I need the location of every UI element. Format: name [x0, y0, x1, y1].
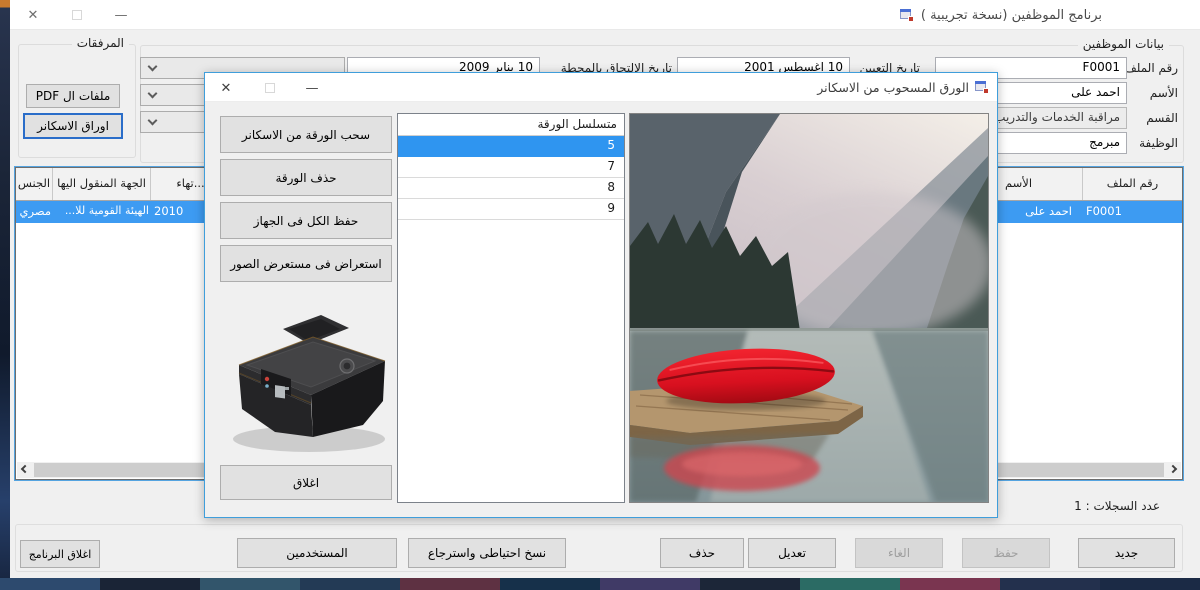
scroll-right-icon[interactable]: [1169, 465, 1177, 473]
dialog-title: الورق المسحوب من الاسكانر: [817, 80, 969, 95]
close-window-icon[interactable]: ✕: [18, 0, 48, 30]
desktop-color-block: [100, 578, 200, 590]
desktop-color-block: [300, 578, 400, 590]
list-item[interactable]: 9: [398, 199, 624, 220]
save-button[interactable]: حفظ: [962, 538, 1050, 568]
scroll-left-icon[interactable]: [21, 465, 29, 473]
edit-button[interactable]: تعديل: [748, 538, 836, 568]
dialog-minimize-icon[interactable]: —: [297, 73, 327, 103]
file-no-label: رقم الملف: [1124, 61, 1178, 75]
minimize-window-icon[interactable]: —: [106, 0, 136, 30]
grid-col-nationality[interactable]: الجنس: [16, 168, 53, 200]
desktop-edge-bottom: [0, 578, 1200, 590]
chevron-down-icon: [148, 62, 158, 72]
users-button[interactable]: المستخدمين: [237, 538, 397, 568]
window-title: برنامج الموظفين (نسخة تجريبية ): [921, 8, 1102, 23]
grid-col-file-no[interactable]: رقم الملف: [1082, 168, 1182, 200]
view-in-viewer-button[interactable]: استعراض فى مستعرض الصور: [220, 245, 392, 282]
scanner-papers-dialog: ✕ — الورق المسحوب من الاسكانر سحب الورقة…: [204, 72, 998, 518]
employee-group-title: بيانات الموظفين: [1078, 37, 1169, 51]
delete-button[interactable]: حذف: [660, 538, 744, 568]
dialog-titlebar: ✕ — الورق المسحوب من الاسكانر: [205, 73, 997, 102]
dialog-app-icon: [975, 81, 989, 94]
main-title-block: برنامج الموظفين (نسخة تجريبية ): [900, 0, 1102, 30]
paper-serial-header: متسلسل الورقة: [398, 114, 624, 136]
scanner-papers-button[interactable]: اوراق الاسكانر: [23, 113, 123, 139]
pull-paper-button[interactable]: سحب الورقة من الاسكانر: [220, 116, 392, 153]
chevron-down-icon: [148, 116, 158, 126]
scanned-photo-preview: [629, 113, 989, 503]
grid-col-transferred-to[interactable]: الجهة المنقول اليها: [53, 168, 151, 200]
dialog-close-button[interactable]: اغلاق: [220, 465, 392, 500]
grid-cell-file-no: F0001: [1086, 204, 1174, 218]
app-icon: [900, 9, 914, 22]
desktop-edge-left: [0, 0, 10, 590]
job-label: الوظيفة: [1139, 136, 1178, 150]
printer-image: [217, 303, 395, 461]
desktop-color-block: [900, 578, 1000, 590]
attachments-group-title: المرفقات: [72, 36, 129, 50]
maximize-glyph: [72, 10, 82, 20]
new-button[interactable]: جديد: [1078, 538, 1175, 568]
records-count-label: عدد السجلات : 1: [1074, 499, 1160, 513]
maximize-window-icon[interactable]: [62, 0, 92, 30]
desktop: { "window": { "title": "برنامج الموظفين …: [0, 0, 1200, 590]
grid-cell-nationality: مصري: [16, 204, 51, 218]
save-all-button[interactable]: حفظ الكل فى الجهاز: [220, 202, 392, 239]
desktop-color-block: [0, 578, 100, 590]
chevron-down-icon: [148, 89, 158, 99]
desktop-color-block: [1000, 578, 1100, 590]
desktop-color-block: [800, 578, 900, 590]
list-item[interactable]: 8: [398, 178, 624, 199]
dialog-maximize-glyph: [265, 83, 275, 93]
name-label: الأسم: [1150, 86, 1178, 100]
desktop-color-block: [600, 578, 700, 590]
backup-restore-button[interactable]: نسخ احتياطى واسترجاع: [408, 538, 566, 568]
close-app-button[interactable]: اغلاق البرنامج: [20, 540, 100, 568]
delete-paper-button[interactable]: حذف الورقة: [220, 159, 392, 196]
dialog-maximize-icon[interactable]: [255, 73, 285, 103]
desktop-color-block: [500, 578, 600, 590]
pdf-files-button[interactable]: ملفات ال PDF: [26, 84, 120, 108]
main-titlebar: ✕ — برنامج الموظفين (نسخة تجريبية ): [10, 0, 1200, 30]
dialog-title-block: الورق المسحوب من الاسكانر: [817, 73, 989, 102]
grid-cell-transferred-to: الهيئة القومية للا...: [55, 204, 149, 217]
cancel-button[interactable]: الغاء: [855, 538, 943, 568]
desktop-color-block: [700, 578, 800, 590]
paper-serial-list: متسلسل الورقة 5 7 8 9: [397, 113, 625, 503]
list-item[interactable]: 7: [398, 157, 624, 178]
desktop-color-block: [400, 578, 500, 590]
dialog-close-icon[interactable]: ✕: [211, 73, 241, 103]
list-item[interactable]: 5: [398, 136, 624, 157]
grid-cell-end-year: 2010: [154, 204, 210, 218]
dept-label: القسم: [1146, 111, 1178, 125]
desktop-color-block: [1100, 578, 1200, 590]
desktop-color-block: [200, 578, 300, 590]
